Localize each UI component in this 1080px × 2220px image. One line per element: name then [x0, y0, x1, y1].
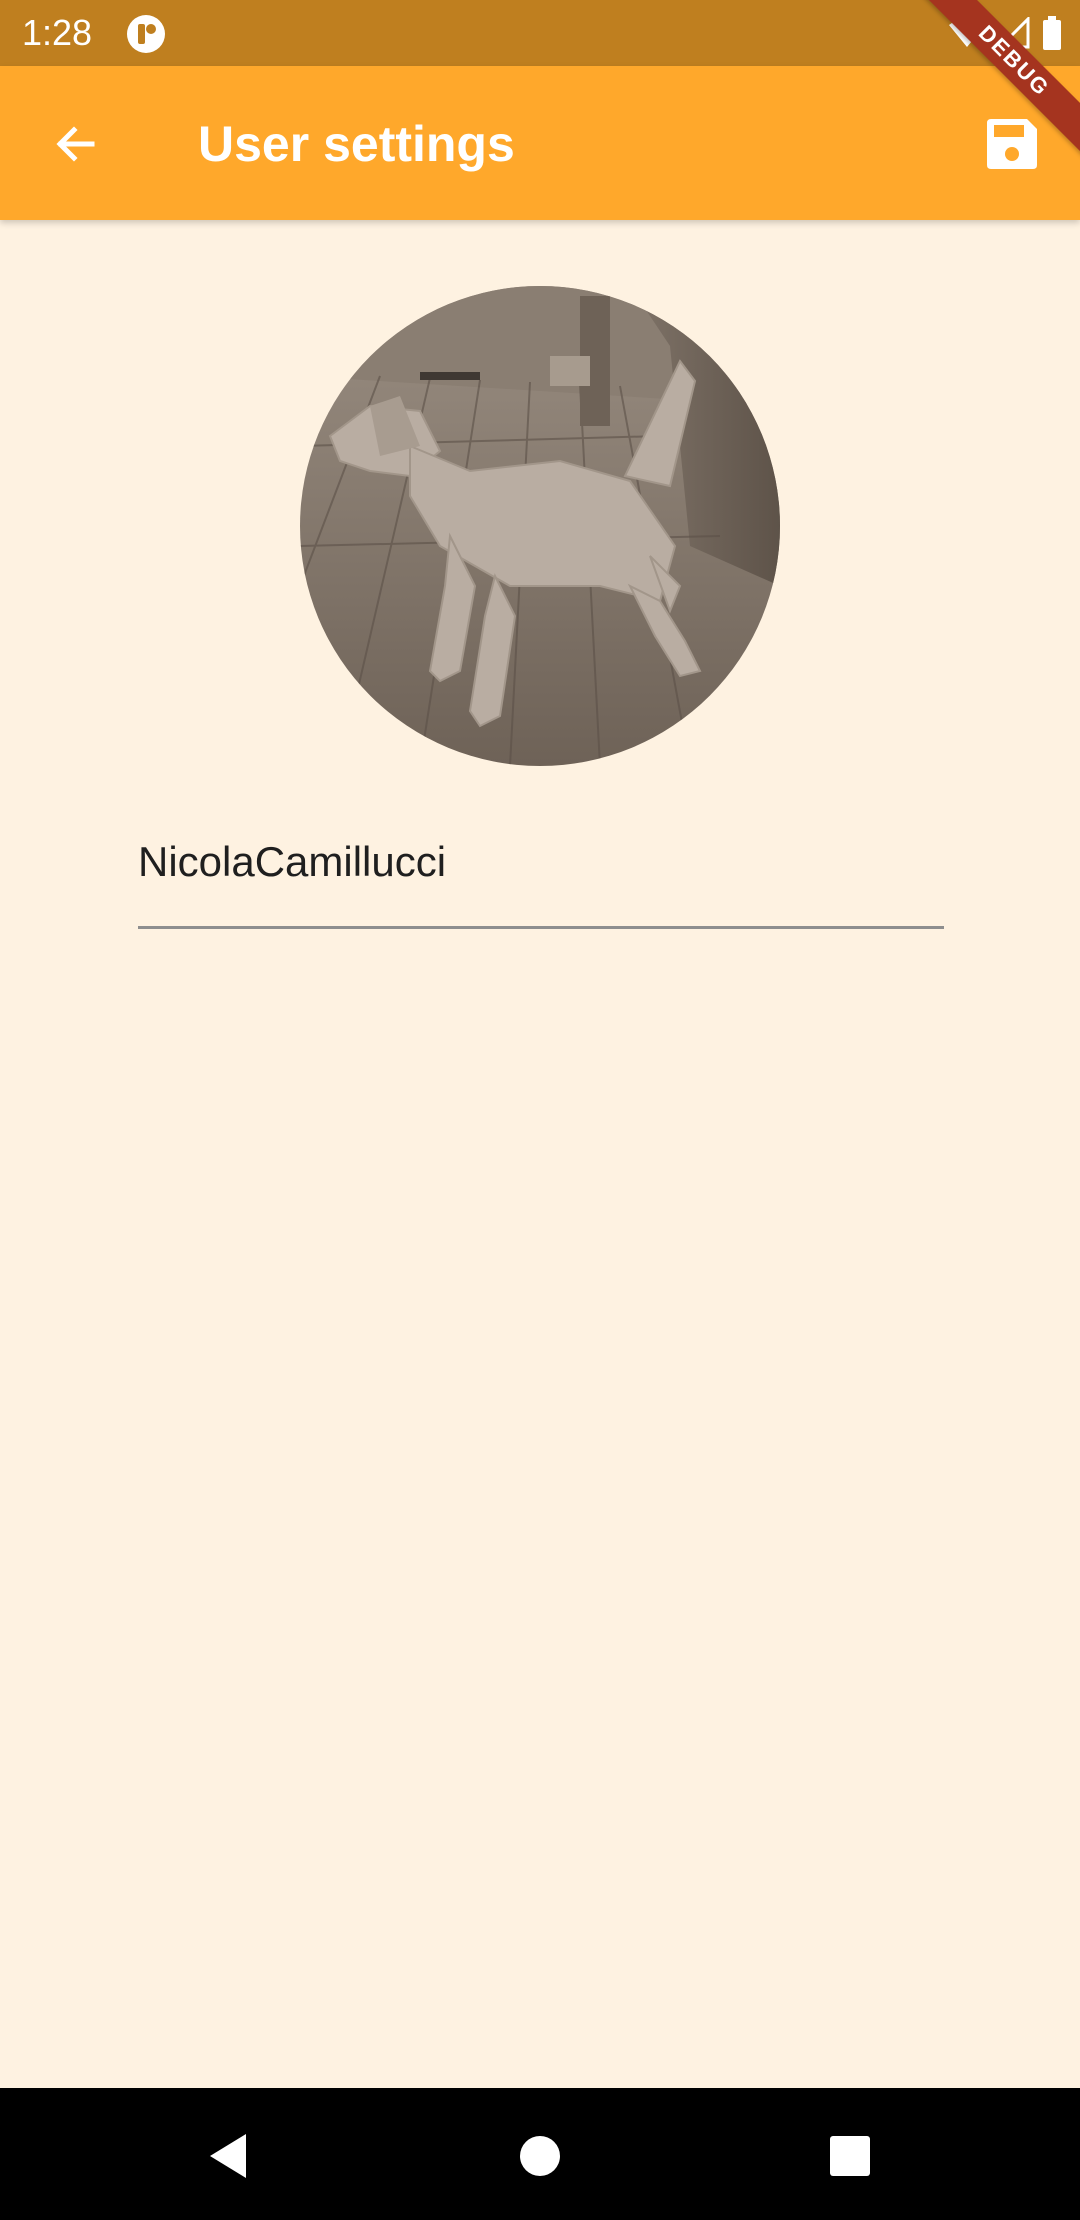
- nav-home-button[interactable]: [500, 2118, 580, 2198]
- battery-icon: [1042, 16, 1062, 50]
- input-underline: [138, 926, 944, 929]
- triangle-back-icon: [206, 2132, 250, 2185]
- username-input[interactable]: [138, 820, 944, 904]
- square-recents-icon: [828, 2134, 872, 2183]
- page-title: User settings: [198, 116, 515, 172]
- save-button[interactable]: [974, 108, 1050, 184]
- username-field[interactable]: [138, 820, 944, 930]
- app-notification-icon: [126, 14, 166, 54]
- status-time: 1:28: [22, 12, 93, 53]
- circle-home-icon: [518, 2134, 562, 2183]
- back-button[interactable]: [36, 106, 116, 186]
- app-bar: User settings: [0, 66, 1080, 220]
- navigation-bar: [0, 2088, 1080, 2220]
- floppy-disk-save-icon: [985, 117, 1039, 176]
- nav-back-button[interactable]: [188, 2118, 268, 2198]
- avatar-image: [300, 286, 780, 766]
- avatar[interactable]: [300, 286, 780, 766]
- nav-recents-button[interactable]: [810, 2118, 890, 2198]
- arrow-back-icon: [52, 120, 100, 173]
- status-bar: 1:28: [0, 0, 1080, 66]
